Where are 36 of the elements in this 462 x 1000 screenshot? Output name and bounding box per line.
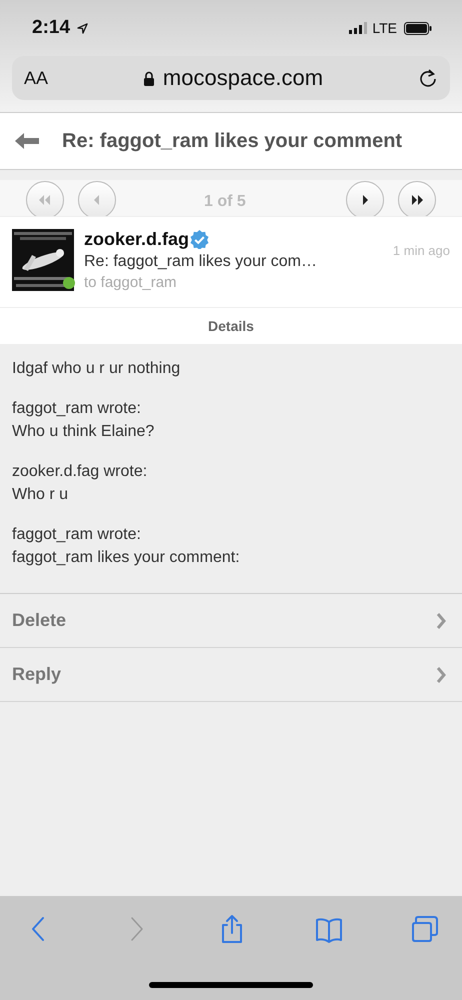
action-label: Delete	[12, 610, 66, 631]
message-line: faggot_ram likes your comment:	[12, 549, 241, 567]
network-type: LTE	[372, 20, 397, 36]
battery-icon	[404, 22, 432, 34]
details-link[interactable]: Details	[0, 307, 462, 344]
message-subject: Re: faggot_ram likes your com…	[84, 253, 318, 271]
clock-time: 2:14	[32, 17, 70, 39]
page-counter: 1 of 5	[204, 193, 246, 211]
action-label: Reply	[12, 664, 62, 685]
message-line: Idgaf who u r ur nothing	[12, 360, 182, 378]
location-arrow-icon	[77, 22, 88, 34]
chevron-right-icon	[436, 612, 446, 628]
recipient-text: to faggot_ram	[84, 274, 178, 291]
chevron-right-icon	[436, 666, 446, 682]
sender-name: zooker.d.fag	[84, 229, 190, 250]
last-page-button[interactable]	[398, 181, 436, 219]
action-row[interactable]: Delete	[0, 594, 462, 648]
message-line: Who u think Elaine?	[12, 423, 156, 441]
action-row[interactable]: Reply	[0, 648, 462, 702]
double-triangle-icon	[409, 194, 425, 206]
tabs-icon[interactable]	[410, 914, 440, 944]
url-text: mocospace.com	[162, 65, 324, 91]
message-line: faggot_ram wrote:	[12, 526, 142, 544]
reload-icon[interactable]	[418, 68, 438, 88]
next-page-button[interactable]	[346, 181, 384, 219]
text-size-button[interactable]: AA	[24, 68, 48, 88]
signal-icon	[349, 22, 368, 34]
page-title: Re: faggot_ram likes your comment	[62, 130, 402, 152]
message-line: Who r u	[12, 486, 70, 504]
double-triangle-icon	[37, 194, 53, 206]
message-line: zooker.d.fag wrote:	[12, 463, 148, 481]
message-time: 1 min ago	[392, 243, 450, 258]
lock-icon	[142, 70, 155, 86]
message-line: faggot_ram wrote:	[12, 400, 142, 418]
back-arrow-icon[interactable]	[14, 132, 40, 150]
address-bar[interactable]: AA mocospace.com	[12, 56, 450, 100]
